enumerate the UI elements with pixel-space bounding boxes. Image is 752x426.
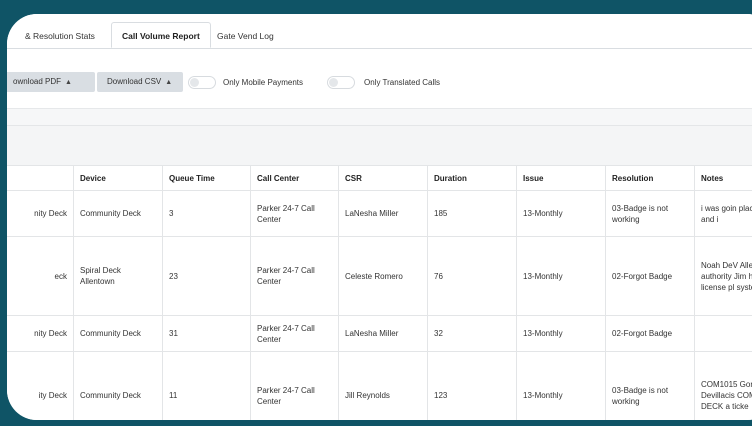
column-header-notes[interactable]: Notes bbox=[694, 165, 752, 191]
tab-resolution-stats[interactable]: & Resolution Stats bbox=[25, 24, 95, 48]
mobile-payments-label: Only Mobile Payments bbox=[223, 78, 304, 87]
table-row[interactable]: nity Deck Community Deck 31 Parker 24-7 … bbox=[7, 315, 752, 352]
table-cell: Community Deck bbox=[73, 190, 163, 237]
table-cell: Celeste Romero bbox=[338, 236, 428, 316]
table-cell: Parker 24-7 Call Center bbox=[250, 190, 339, 237]
column-header-device[interactable]: Device bbox=[73, 165, 163, 191]
table-cell: 11 bbox=[162, 351, 251, 420]
download-pdf-label: ownload PDF bbox=[13, 77, 62, 86]
table-cell: 03-Badge is not working bbox=[605, 351, 695, 420]
table-cell: 13-Monthly bbox=[516, 351, 606, 420]
table-cell: Jill Reynolds bbox=[338, 351, 428, 420]
table-cell: Community Deck bbox=[73, 351, 163, 420]
column-header-resolution[interactable]: Resolution bbox=[605, 165, 695, 191]
tab-gate-vend-log[interactable]: Gate Vend Log bbox=[217, 24, 274, 48]
column-header-queue-time[interactable]: Queue Time bbox=[162, 165, 251, 191]
upload-arrow-icon: ▲ bbox=[165, 79, 173, 86]
table-cell: 3 bbox=[162, 190, 251, 237]
table-cell: 185 bbox=[427, 190, 517, 237]
table-cell: Spiral Deck Allentown bbox=[73, 236, 163, 316]
report-panel: & Resolution Stats Call Volume Report Ga… bbox=[7, 14, 752, 420]
filter-band bbox=[7, 108, 752, 125]
column-header-duration[interactable]: Duration bbox=[427, 165, 517, 191]
table-cell: ity Deck bbox=[7, 351, 74, 420]
table-cell: Parker 24-7 Call Center bbox=[250, 315, 339, 352]
tab-bar: & Resolution Stats Call Volume Report Ga… bbox=[7, 14, 752, 49]
table-cell: 13-Monthly bbox=[516, 315, 606, 352]
table-cell: Noah DeV Allentown authority Jim has n l… bbox=[694, 236, 752, 316]
table-cell: 02-Forgot Badge bbox=[605, 236, 695, 316]
table-cell: LaNesha Miller bbox=[338, 315, 428, 352]
call-volume-table: Device Queue Time Call Center CSR Durati… bbox=[7, 165, 752, 420]
download-csv-label: Download CSV bbox=[107, 77, 162, 86]
table-row[interactable]: nity Deck Community Deck 3 Parker 24-7 C… bbox=[7, 190, 752, 237]
table-cell: Parker 24-7 Call Center bbox=[250, 236, 339, 316]
tab-call-volume-report[interactable]: Call Volume Report bbox=[111, 22, 211, 48]
table-caption-band bbox=[7, 125, 752, 166]
table-cell: 13-Monthly bbox=[516, 190, 606, 237]
table-cell: 76 bbox=[427, 236, 517, 316]
table-cell: i was goin place the hold and i bbox=[694, 190, 752, 237]
download-pdf-button[interactable]: ownload PDF ▲ bbox=[7, 72, 95, 92]
upload-arrow-icon: ▲ bbox=[65, 79, 72, 86]
table-cell: COM1015 Gonzalez Devillacis COMMUN DECK … bbox=[694, 351, 752, 420]
table-cell: 31 bbox=[162, 315, 251, 352]
table-cell: 02-Forgot Badge bbox=[605, 315, 695, 352]
table-cell: 13-Monthly bbox=[516, 236, 606, 316]
table-cell: Parker 24-7 Call Center bbox=[250, 351, 339, 420]
table-cell: LaNesha Miller bbox=[338, 190, 428, 237]
translated-calls-toggle[interactable] bbox=[327, 76, 355, 89]
table-cell: 03-Badge is not working bbox=[605, 190, 695, 237]
table-cell: 123 bbox=[427, 351, 517, 420]
table-cell: nity Deck bbox=[7, 190, 74, 237]
table-cell: 32 bbox=[427, 315, 517, 352]
mobile-payments-toggle[interactable] bbox=[188, 76, 216, 89]
download-csv-button[interactable]: Download CSV ▲ bbox=[97, 72, 183, 92]
column-header-location[interactable] bbox=[7, 165, 74, 191]
column-header-csr[interactable]: CSR bbox=[338, 165, 428, 191]
table-cell: Community Deck bbox=[73, 315, 163, 352]
toggle-knob bbox=[190, 78, 199, 87]
table-row[interactable]: eck Spiral Deck Allentown 23 Parker 24-7… bbox=[7, 236, 752, 316]
table-cell: nity Deck bbox=[7, 315, 74, 352]
toggle-knob bbox=[329, 78, 338, 87]
table-cell: eck bbox=[7, 236, 74, 316]
table-row[interactable]: ity Deck Community Deck 11 Parker 24-7 C… bbox=[7, 351, 752, 420]
table-cell bbox=[694, 315, 752, 352]
table-cell: 23 bbox=[162, 236, 251, 316]
column-header-call-center[interactable]: Call Center bbox=[250, 165, 339, 191]
translated-calls-label: Only Translated Calls bbox=[364, 78, 441, 87]
column-header-issue[interactable]: Issue bbox=[516, 165, 606, 191]
report-toolbar: ownload PDF ▲ Download CSV ▲ Only Mobile P… bbox=[7, 49, 752, 109]
table-header-row: Device Queue Time Call Center CSR Durati… bbox=[7, 165, 752, 191]
